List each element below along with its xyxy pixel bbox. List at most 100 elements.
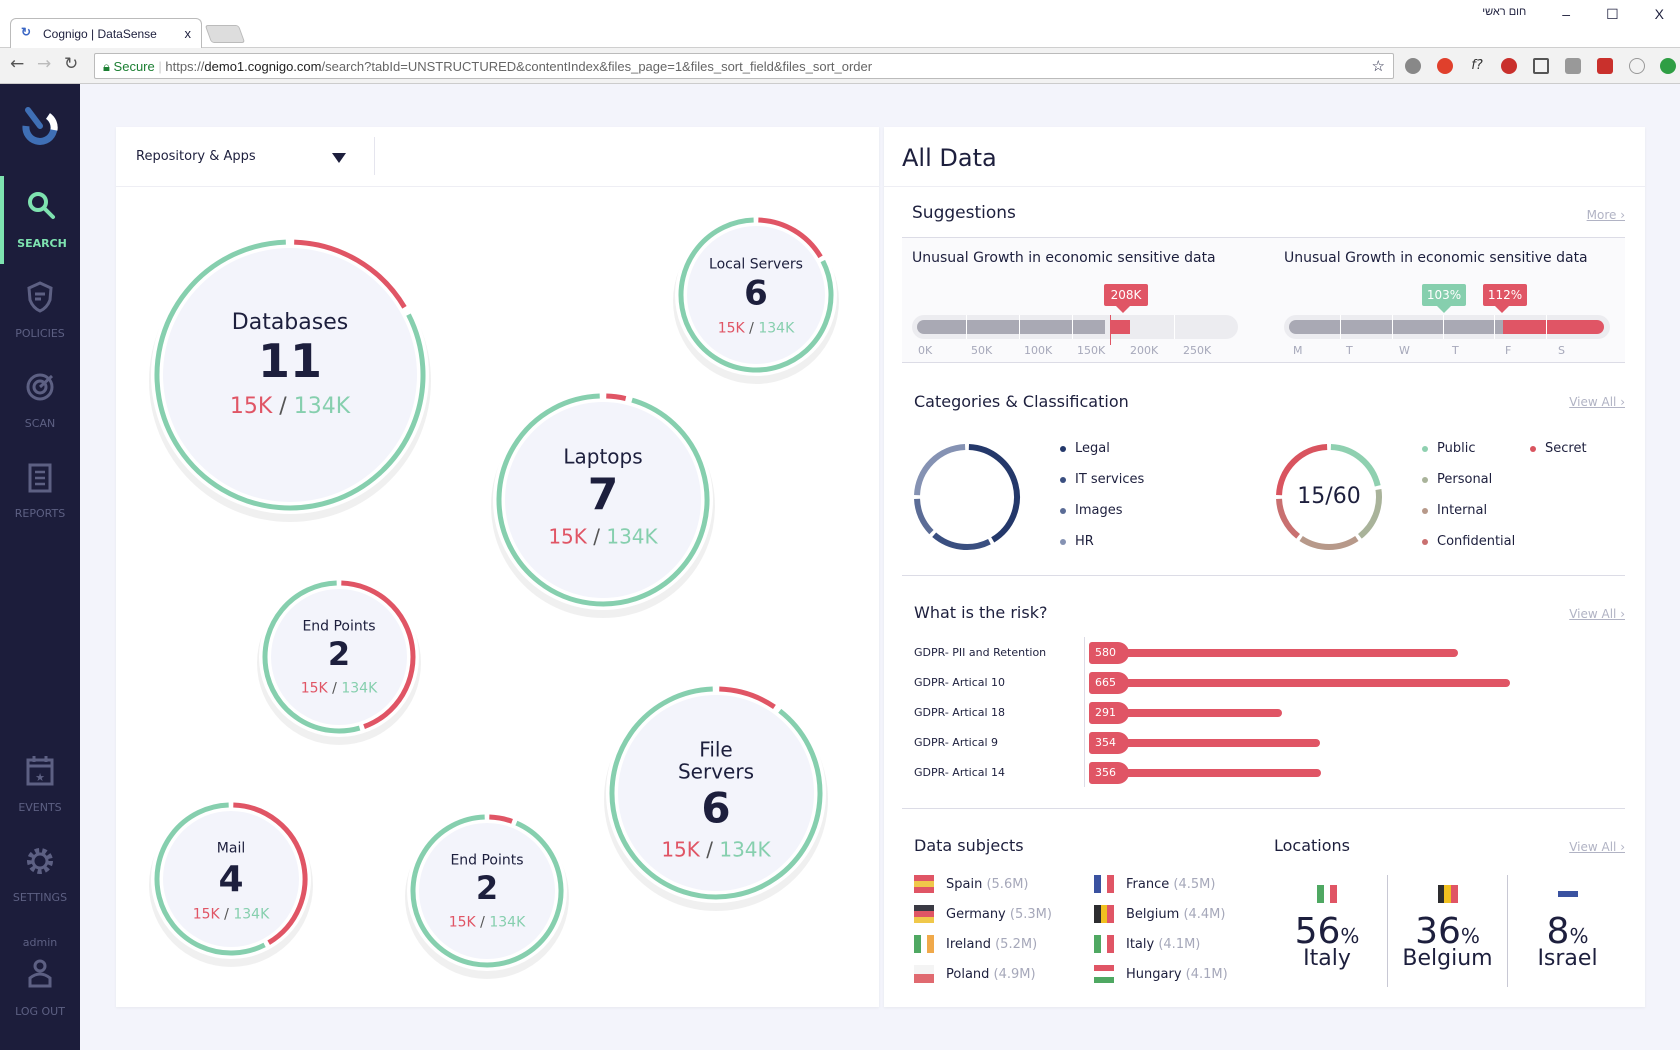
growth-excess xyxy=(1110,320,1130,334)
legend-item: Public xyxy=(1422,441,1515,456)
bubble-local-servers[interactable]: Local Servers 6 15K / 134K xyxy=(673,214,839,384)
bubble-name: File xyxy=(699,738,732,762)
tab-title: Cognigo | DataSense xyxy=(43,27,157,41)
camera-icon[interactable] xyxy=(1565,58,1581,74)
location-country: Italy xyxy=(1303,946,1351,971)
bubble-red-arc xyxy=(606,393,627,401)
upload-extension-icon[interactable] xyxy=(1660,58,1676,74)
video-extension-icon[interactable] xyxy=(1597,58,1613,74)
location-item[interactable]: 8% Israel xyxy=(1507,875,1627,987)
sidebar-item-search[interactable]: SEARCH xyxy=(0,176,80,264)
view-all-link[interactable]: View All › xyxy=(1569,395,1625,409)
opera-extension-icon[interactable] xyxy=(1437,58,1453,74)
bubble-name: End Points xyxy=(450,853,523,869)
country-count: (5.2M) xyxy=(995,936,1038,952)
sidebar-item-policies[interactable]: POLICIES xyxy=(0,266,80,354)
locations-title: Locations xyxy=(1274,836,1351,855)
minimize-button[interactable]: – xyxy=(1562,6,1570,23)
url-input[interactable]: 🔒︎ Secure | https://demo1.cognigo.com/se… xyxy=(94,53,1394,79)
legend-item: Confidential xyxy=(1422,534,1515,549)
location-item[interactable]: 56% Italy xyxy=(1267,875,1387,987)
bubble-count: 4 xyxy=(218,859,243,900)
data-subjects-title: Data subjects xyxy=(914,836,1024,855)
view-all-link[interactable]: View All › xyxy=(1569,607,1625,621)
legend-dot xyxy=(1530,445,1536,452)
bubble-end-points[interactable]: End Points2 15K / 134K xyxy=(405,811,569,979)
data-subject-item[interactable]: Poland (4.9M) xyxy=(914,965,1036,983)
back-icon[interactable]: ← xyxy=(10,54,24,74)
repository-panel: Repository & Apps Databases 11 15K / 134K L… xyxy=(116,127,879,1007)
data-subject-item[interactable]: Belgium (4.4M) xyxy=(1094,905,1225,923)
bubble-laptops[interactable]: Laptops7 15K / 134K xyxy=(491,390,715,618)
bubble-end-points[interactable]: End Points2 15K / 134K xyxy=(257,577,421,745)
logout-button[interactable]: LOG OUT xyxy=(0,948,80,1028)
browser-tab[interactable]: ↻ Cognigo | DataSense x xyxy=(10,18,202,48)
sidebar-item-settings[interactable]: SETTINGS xyxy=(0,830,80,918)
location-item[interactable]: 36% Belgium xyxy=(1387,875,1507,987)
data-subject-item[interactable]: Ireland (5.2M) xyxy=(914,935,1037,953)
repository-bubbles: Databases11 15K / 134K Local Servers 6 15K /… xyxy=(149,214,839,979)
growth-marker: 208K xyxy=(1104,284,1148,306)
legend-label: Internal xyxy=(1437,503,1488,518)
legend-label: Personal xyxy=(1437,472,1493,487)
more-link[interactable]: More › xyxy=(1587,208,1625,222)
bubble-name: Mail xyxy=(217,841,245,857)
calendar-star-icon: ★ xyxy=(26,756,54,786)
maximize-button[interactable]: ☐ xyxy=(1606,6,1619,23)
country-name: Ireland xyxy=(946,936,991,952)
data-subject-item[interactable]: Spain (5.6M) xyxy=(914,875,1029,893)
country-name: Belgium xyxy=(1126,906,1180,922)
profile-label[interactable]: חום ראשי xyxy=(1482,6,1526,23)
risk-label: GDPR- Artical 14 xyxy=(914,766,1006,779)
close-window-button[interactable]: X xyxy=(1655,6,1664,23)
country-count: (5.6M) xyxy=(986,876,1029,892)
sidebar-item-events[interactable]: ★ EVENTS xyxy=(0,740,80,828)
bubble-count: 2 xyxy=(328,635,350,673)
browser-tab-bar: ↻ Cognigo | DataSense x חום ראשי – ☐ X xyxy=(0,0,1680,48)
bubble-file-servers[interactable]: FileServers6 15K / 134K xyxy=(604,683,828,911)
capture-icon[interactable] xyxy=(1533,58,1549,74)
data-subject-item[interactable]: Germany (5.3M) xyxy=(914,905,1052,923)
reload-icon[interactable]: ↻ xyxy=(64,54,78,74)
bubble-mail[interactable]: Mail 4 15K / 134K xyxy=(149,799,313,967)
classification-legend-secret: Secret xyxy=(1530,441,1587,456)
bubble-name: Laptops xyxy=(563,445,642,469)
view-all-link[interactable]: View All › xyxy=(1569,840,1625,854)
data-subject-item[interactable]: France (4.5M) xyxy=(1094,875,1215,893)
data-subject-item[interactable]: Hungary (4.1M) xyxy=(1094,965,1228,983)
country-name: Italy xyxy=(1126,936,1155,952)
gear-icon xyxy=(27,848,53,874)
country-count: (4.4M) xyxy=(1183,906,1226,922)
risk-row[interactable]: GDPR- Artical 14 356 xyxy=(884,761,1644,785)
risk-row[interactable]: GDPR- Artical 18 291 xyxy=(884,701,1644,725)
new-tab-button[interactable] xyxy=(204,25,246,43)
sidebar-label: POLICIES xyxy=(15,327,65,340)
risk-row[interactable]: GDPR- Artical 9 354 xyxy=(884,731,1644,755)
donut-segment xyxy=(914,498,934,535)
pinterest-icon[interactable] xyxy=(1501,58,1517,74)
window-controls: חום ראשי – ☐ X xyxy=(1482,6,1664,23)
donut-segment xyxy=(968,444,1020,543)
all-data-panel: All Data Suggestions More › Unusual Grow… xyxy=(884,127,1645,1007)
data-subject-item[interactable]: Italy (4.1M) xyxy=(1094,935,1200,953)
bubble-count: 6 xyxy=(744,274,768,314)
legend-item: Legal xyxy=(1060,441,1144,456)
clipboard-icon xyxy=(28,463,52,493)
flag-france-icon xyxy=(1094,875,1115,893)
bubble-databases[interactable]: Databases11 15K / 134K xyxy=(149,236,431,522)
star-icon[interactable]: ☆ xyxy=(1372,57,1385,75)
country-name: France xyxy=(1126,876,1170,892)
red-marker: 112% xyxy=(1483,284,1527,306)
legend-dot xyxy=(1060,507,1066,514)
download-icon[interactable] xyxy=(1629,58,1645,74)
suggestion-title: Unusual Growth in economic sensitive dat… xyxy=(912,250,1216,266)
risk-row[interactable]: GDPR- Artical 10 665 xyxy=(884,671,1644,695)
extension-icon[interactable] xyxy=(1405,58,1421,74)
sidebar-item-scan[interactable]: SCAN xyxy=(0,356,80,444)
forward-icon[interactable]: → xyxy=(37,54,51,74)
tab-close-icon[interactable]: x xyxy=(185,26,192,41)
font-extension-icon[interactable]: f? xyxy=(1469,58,1485,74)
sidebar-item-reports[interactable]: REPORTS xyxy=(0,446,80,534)
risk-row[interactable]: GDPR- PII and Retention 580 xyxy=(884,641,1644,665)
sidebar-label: SETTINGS xyxy=(12,891,68,904)
